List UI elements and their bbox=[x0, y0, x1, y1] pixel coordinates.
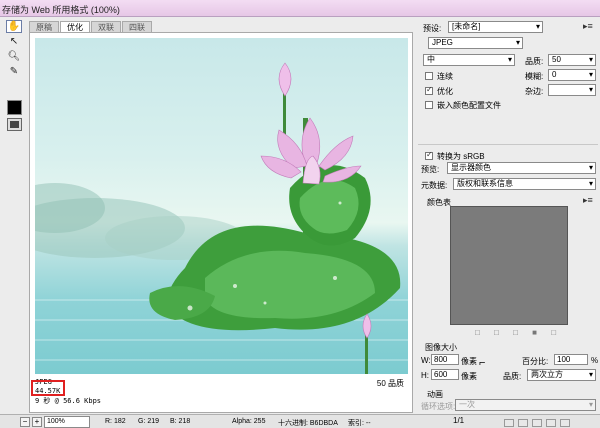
status-alpha: Alpha: 255 bbox=[232, 418, 266, 425]
convert-srgb-label: 转换为 sRGB bbox=[437, 152, 485, 161]
preview-label: 预览: bbox=[421, 165, 440, 174]
zoom-select[interactable]: 100% bbox=[44, 416, 90, 428]
panel-divider bbox=[418, 144, 598, 145]
zoom-tool-icon[interactable]: 🔍︎ bbox=[6, 50, 22, 63]
optimization-info: JPEG 44.57K 9 秒 @ 56.6 Kbps 50 品质 bbox=[35, 378, 408, 410]
width-unit: 像素 bbox=[461, 357, 477, 366]
embed-profile-label: 嵌入颜色配置文件 bbox=[437, 101, 501, 110]
preview-image[interactable] bbox=[35, 38, 408, 374]
progressive-label: 连续 bbox=[437, 72, 453, 81]
quality-input[interactable]: 50 bbox=[548, 54, 596, 66]
height-label: H: bbox=[421, 371, 429, 380]
loop-select[interactable]: 一次 bbox=[455, 399, 596, 411]
animation-title: 动画 bbox=[427, 390, 443, 399]
optimized-label: 优化 bbox=[437, 87, 453, 96]
percent-input[interactable]: 100 bbox=[554, 354, 588, 365]
metadata-select[interactable]: 版权和联系信息 bbox=[453, 178, 596, 190]
preset-select[interactable]: [未命名] bbox=[448, 21, 543, 33]
optimized-checkbox[interactable] bbox=[425, 85, 433, 95]
next-frame-button[interactable] bbox=[546, 419, 556, 427]
eyedropper-color-swatch[interactable] bbox=[7, 100, 22, 115]
quality-label: 品质: bbox=[525, 57, 544, 66]
percent-unit: % bbox=[591, 356, 599, 365]
status-b: B: 218 bbox=[170, 418, 191, 425]
quality-level-select[interactable]: 中 bbox=[423, 54, 515, 66]
height-input[interactable]: 600 bbox=[431, 369, 459, 380]
info-download-time: 9 秒 @ 56.6 Kbps bbox=[35, 397, 102, 405]
eyedropper-tool-icon[interactable]: ✎ bbox=[6, 65, 22, 78]
tab-4-up[interactable]: 四联 bbox=[122, 21, 152, 32]
resample-select[interactable]: 两次立方 bbox=[527, 369, 596, 381]
color-table-swatch bbox=[450, 206, 568, 325]
toolbox: ✋ ↖ 🔍︎ ✎ bbox=[4, 20, 24, 131]
highlight-box bbox=[31, 380, 65, 396]
color-table-tools[interactable]: □ □ □ ■ □ bbox=[475, 328, 562, 337]
first-frame-button[interactable] bbox=[504, 419, 514, 427]
color-table-menu-icon[interactable]: ▸≡ bbox=[583, 195, 593, 206]
preset-label: 预设: bbox=[423, 24, 442, 33]
zoom-out-button[interactable]: − bbox=[20, 417, 30, 427]
progressive-checkbox[interactable] bbox=[425, 72, 433, 80]
loop-label: 循环选项: bbox=[421, 402, 456, 411]
preview-select[interactable]: 显示器颜色 bbox=[447, 162, 596, 174]
settings-menu-icon[interactable]: ▸≡ bbox=[583, 21, 593, 32]
info-quality: 50 品质 bbox=[376, 379, 404, 388]
tab-original[interactable]: 原稿 bbox=[29, 21, 59, 32]
zoom-in-button[interactable]: + bbox=[32, 417, 42, 427]
convert-srgb-checkbox[interactable] bbox=[425, 150, 433, 160]
title-bar: 存储为 Web 所用格式 (100%) bbox=[0, 0, 600, 17]
width-label: W: bbox=[421, 356, 431, 365]
width-input[interactable]: 800 bbox=[431, 354, 459, 365]
color-table-title: 颜色表 bbox=[427, 198, 451, 207]
matte-label: 杂边: bbox=[525, 87, 544, 96]
blur-input[interactable]: 0 bbox=[548, 69, 596, 81]
tab-optimized[interactable]: 优化 bbox=[60, 21, 90, 32]
status-g: G: 219 bbox=[138, 418, 160, 425]
view-tabs: 原稿 优化 双联 四联 bbox=[29, 21, 152, 32]
preview-pane: JPEG 44.57K 9 秒 @ 56.6 Kbps 50 品质 bbox=[29, 32, 413, 413]
height-unit: 像素 bbox=[461, 372, 477, 381]
play-button[interactable] bbox=[532, 419, 542, 427]
toggle-slices-icon[interactable] bbox=[7, 118, 22, 131]
slice-select-tool-icon[interactable]: ↖ bbox=[6, 35, 22, 48]
status-hex: 十六进制: B6DBDA bbox=[278, 420, 338, 427]
hand-tool-icon[interactable]: ✋ bbox=[6, 20, 22, 33]
embed-profile-checkbox[interactable] bbox=[425, 101, 433, 109]
image-size-title: 图像大小 bbox=[425, 343, 457, 352]
prev-frame-button[interactable] bbox=[518, 419, 528, 427]
constrain-link-icon[interactable]: ⌐ bbox=[479, 357, 485, 369]
percent-label: 百分比: bbox=[522, 357, 549, 366]
matte-select[interactable] bbox=[548, 84, 596, 96]
format-select[interactable]: JPEG bbox=[428, 37, 523, 49]
status-r: R: 182 bbox=[105, 418, 126, 425]
metadata-label: 元数据: bbox=[421, 181, 448, 190]
lotus-scene bbox=[35, 62, 408, 374]
tab-2-up[interactable]: 双联 bbox=[91, 21, 121, 32]
last-frame-button[interactable] bbox=[560, 419, 570, 427]
resample-label: 品质: bbox=[503, 372, 522, 381]
window-title: 存储为 Web 所用格式 (100%) bbox=[2, 5, 120, 15]
blur-label: 模糊: bbox=[525, 72, 544, 81]
status-index: 索引: -- bbox=[348, 420, 371, 427]
animation-frame: 1/1 bbox=[453, 416, 465, 425]
